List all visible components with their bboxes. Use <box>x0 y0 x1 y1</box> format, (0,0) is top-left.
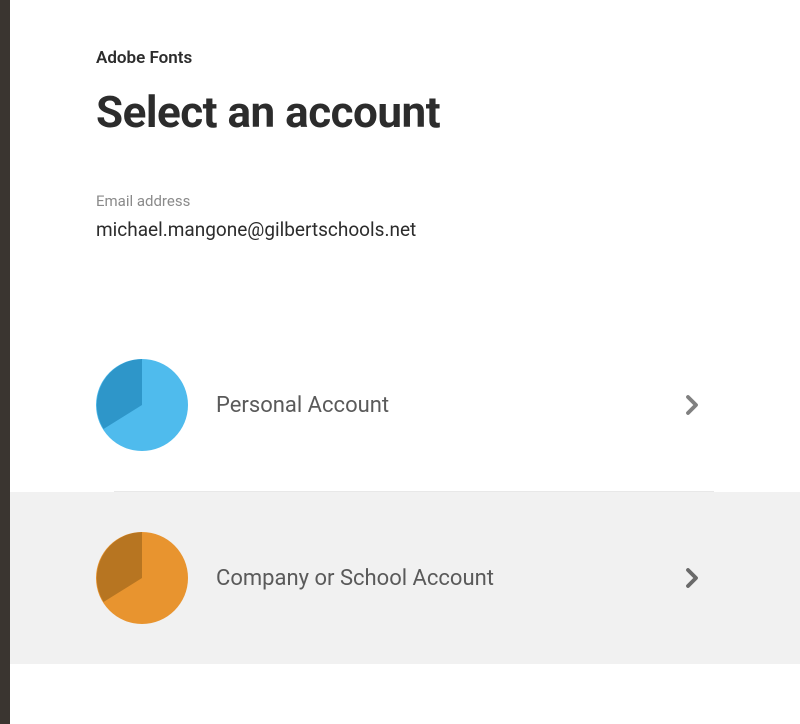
account-option-company[interactable]: Company or School Account <box>10 492 800 664</box>
chevron-right-icon <box>680 566 704 590</box>
account-label: Personal Account <box>216 393 680 418</box>
dialog-content: Adobe Fonts Select an account Email addr… <box>10 48 800 664</box>
account-label: Company or School Account <box>216 566 680 591</box>
email-value: michael.mangone@gilbertschools.net <box>96 218 714 241</box>
avatar-icon <box>96 359 188 451</box>
service-name: Adobe Fonts <box>96 48 714 68</box>
account-option-personal[interactable]: Personal Account <box>10 319 800 491</box>
avatar-wedge-icon <box>96 359 188 451</box>
avatar-wedge-icon <box>96 532 188 624</box>
avatar-icon <box>96 532 188 624</box>
chevron-right-icon <box>680 393 704 417</box>
page-title: Select an account <box>96 86 714 138</box>
account-selector-dialog: Adobe Fonts Select an account Email addr… <box>10 0 800 724</box>
email-label: Email address <box>96 192 714 210</box>
